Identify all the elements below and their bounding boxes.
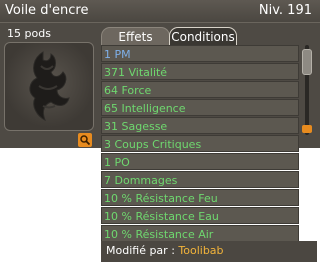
- scroll-down-button[interactable]: [302, 125, 312, 133]
- ink-veil-cape-icon: [29, 51, 70, 122]
- effect-row: 10 % Résistance Air: [101, 225, 299, 242]
- effect-row: 10 % Résistance Feu: [101, 189, 299, 206]
- magnifier-icon: [80, 135, 90, 145]
- item-level: Niv. 191: [258, 3, 312, 18]
- effect-row: 10 % Résistance Eau: [101, 207, 299, 224]
- item-header: Voile d'encre Niv. 191: [0, 0, 320, 23]
- effect-row: 7 Dommages: [101, 171, 299, 188]
- effect-row: 65 Intelligence: [101, 99, 299, 116]
- effect-row: 3 Coups Critiques: [101, 135, 299, 152]
- modifier-name: Toolibab: [178, 244, 224, 257]
- modified-by-label: Modifié par :: [106, 244, 179, 257]
- effect-row: 371 Vitalité: [101, 63, 299, 80]
- item-pods: 15 pods: [7, 27, 51, 40]
- tab-conditions[interactable]: Conditions: [169, 27, 237, 46]
- effects-list: 1 PM 371 Vitalité 64 Force 65 Intelligen…: [101, 45, 299, 243]
- effect-row: 1 PM: [101, 45, 299, 62]
- modified-by-line: Modifié par : Toolibab: [101, 241, 317, 262]
- effect-row: 31 Sagesse: [101, 117, 299, 134]
- zoom-button[interactable]: [78, 133, 92, 147]
- item-name: Voile d'encre: [5, 3, 89, 18]
- effect-row: 1 PO: [101, 153, 299, 170]
- effects-scrollbar[interactable]: [300, 45, 314, 135]
- tab-effects[interactable]: Effets: [101, 27, 170, 46]
- scroll-thumb[interactable]: [302, 49, 312, 75]
- item-image-frame: [4, 42, 94, 131]
- effect-row: 64 Force: [101, 81, 299, 98]
